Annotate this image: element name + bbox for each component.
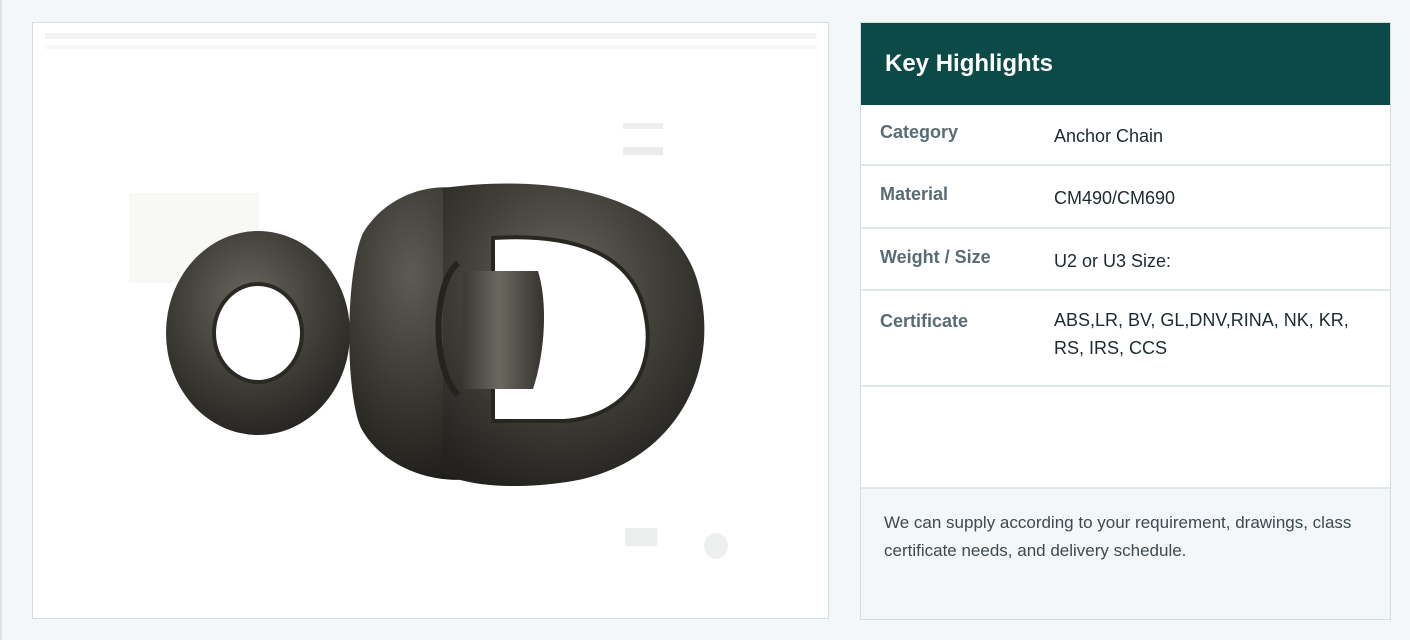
highlight-value: CM490/CM690 [1054,188,1176,208]
key-highlights-panel: Key Highlights Category Anchor Chain Mat… [860,22,1391,620]
highlight-label: Material [880,184,949,204]
supply-note: We can supply according to your requirem… [861,489,1390,619]
highlight-value: Anchor Chain [1054,126,1164,146]
swivel-product-image [129,123,728,559]
highlight-row-category: Category Anchor Chain [861,105,1390,166]
highlight-row-empty [861,387,1390,489]
highlight-label: Category [880,122,959,142]
key-highlights-title: Key Highlights [861,23,1390,105]
highlight-row-material: Material CM490/CM690 [861,166,1390,229]
product-image-panel [32,22,829,619]
highlight-value: ABS,LR, BV, GL,DNV,RINA, NK, KR, RS, IRS… [1054,310,1349,358]
highlight-label: Weight / Size [880,247,991,267]
highlight-label: Certificate [880,311,969,331]
highlight-row-certificate: Certificate ABS,LR, BV, GL,DNV,RINA, NK,… [861,291,1390,387]
highlight-value: U2 or U3 Size: [1054,251,1172,271]
highlight-row-weight-size: Weight / Size U2 or U3 Size: [861,229,1390,291]
page-frame: Key Highlights Category Anchor Chain Mat… [0,0,1410,640]
